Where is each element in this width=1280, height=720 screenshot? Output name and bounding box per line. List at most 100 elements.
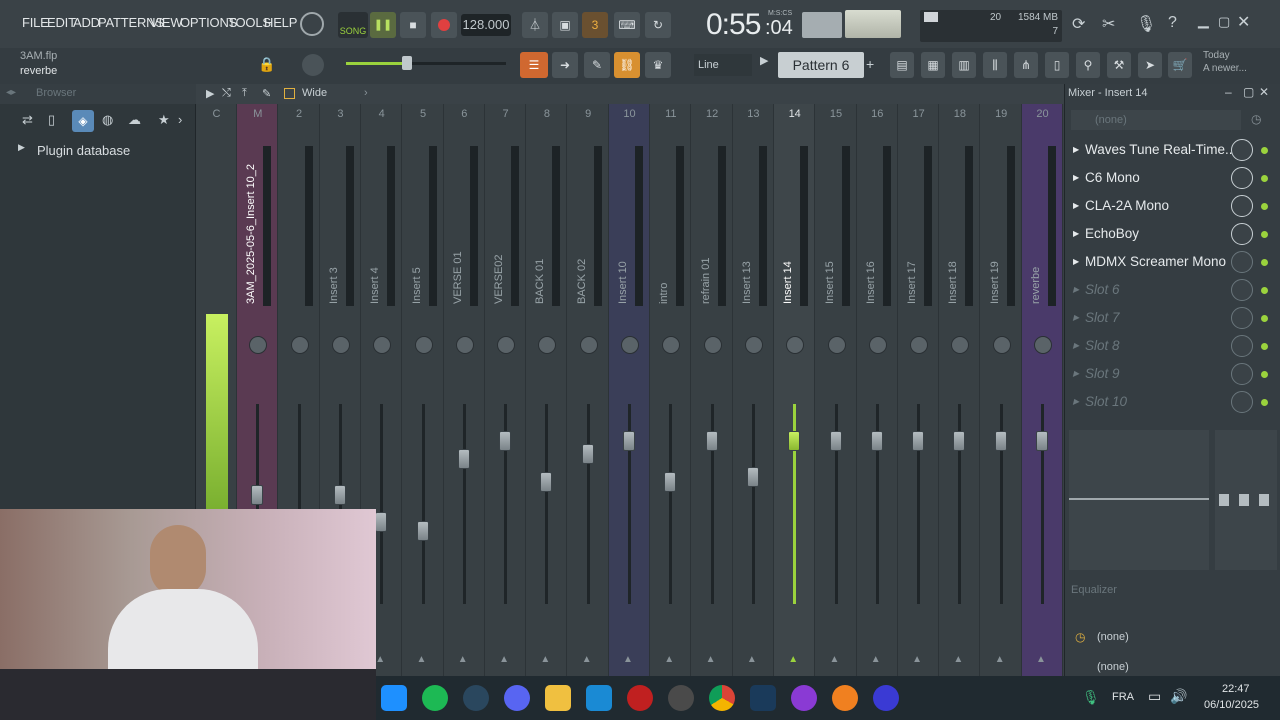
view-mixer-button[interactable]: ⫼ xyxy=(983,52,1007,78)
slot-name[interactable]: Slot 7 xyxy=(1085,304,1237,332)
slot-enable-led[interactable] xyxy=(1261,343,1268,350)
rack-maximize-icon[interactable]: ▢ xyxy=(1243,85,1254,99)
slot-name[interactable]: C6 Mono xyxy=(1085,164,1237,192)
slot-enable-led[interactable] xyxy=(1261,287,1268,294)
volume-fader[interactable] xyxy=(953,431,966,451)
mixer-strip-17[interactable]: 17 Insert 17 ▲ xyxy=(898,104,940,676)
upload-icon[interactable]: ⤒ xyxy=(242,87,247,100)
mixer-strip-7[interactable]: 7 VERSE02 ▲ xyxy=(485,104,527,676)
strip-name[interactable]: Insert 15 xyxy=(824,144,836,304)
volume-fader[interactable] xyxy=(457,449,470,469)
slot-mix-knob[interactable] xyxy=(1231,223,1253,245)
menu-edit[interactable]: EDIT xyxy=(47,15,76,30)
volume-fader[interactable] xyxy=(664,472,677,493)
pan-knob[interactable] xyxy=(662,336,681,354)
eq-band-high[interactable] xyxy=(1259,494,1269,506)
pan-knob[interactable] xyxy=(621,336,639,354)
slot-enable-led[interactable] xyxy=(1261,315,1268,322)
stamp-tool-button[interactable]: ♛ xyxy=(645,52,671,78)
mixer-strip-20[interactable]: 20 reverbe ▲ xyxy=(1022,104,1063,676)
output-select-2[interactable]: (none) xyxy=(1097,661,1129,673)
route-arrow-icon[interactable]: ▲ xyxy=(664,654,674,665)
strip-name[interactable]: Insert 17 xyxy=(906,144,918,304)
strip-name[interactable]: Insert 16 xyxy=(865,144,877,304)
route-icon[interactable]: ⤭ xyxy=(222,87,231,100)
volume-fader[interactable] xyxy=(870,431,883,451)
send-button[interactable]: ➤ xyxy=(1138,52,1162,78)
route-arrow-icon[interactable]: ▲ xyxy=(1036,654,1046,665)
step-edit-button[interactable]: ⌨ xyxy=(614,12,640,38)
output-select-1[interactable]: (none) xyxy=(1097,631,1129,643)
mixer-strip-12[interactable]: 12 refrain 01 ▲ xyxy=(692,104,733,676)
pan-knob[interactable] xyxy=(538,336,557,354)
refresh-icon[interactable]: ⟳ xyxy=(1072,14,1085,34)
slot-mix-knob[interactable] xyxy=(1231,363,1253,385)
tools-icon[interactable]: ✂ xyxy=(1102,14,1115,34)
effect-slot-9[interactable]: ▶ Slot 9 xyxy=(1065,360,1280,388)
collapse-icon[interactable]: ◂▸ xyxy=(6,87,16,98)
volume-fader[interactable] xyxy=(251,485,264,505)
route-arrow-icon[interactable]: ▲ xyxy=(582,654,592,665)
slot-mix-knob[interactable] xyxy=(1231,307,1253,329)
lock-icon[interactable]: 🔒 xyxy=(258,56,275,73)
tempo-display[interactable]: 128.000 xyxy=(461,14,511,36)
slot-mix-knob[interactable] xyxy=(1231,195,1253,217)
game-icon[interactable] xyxy=(627,685,653,711)
tree-icon[interactable]: ⇄ xyxy=(22,112,33,128)
strip-name[interactable]: Insert 14 xyxy=(782,144,794,304)
menu-help[interactable]: HELP xyxy=(264,15,297,30)
pan-knob[interactable] xyxy=(579,336,598,354)
volume-icon[interactable]: 🔊 xyxy=(1170,688,1187,705)
volume-fader[interactable] xyxy=(705,431,718,451)
strip-name[interactable]: Insert 19 xyxy=(989,144,1001,304)
effect-slot-4[interactable]: ▶ EchoBoy xyxy=(1065,220,1280,248)
volume-fader[interactable] xyxy=(540,472,553,493)
mixer-strip-9[interactable]: 9 BACK 02 ▲ xyxy=(568,104,609,676)
pattern-song-toggle[interactable]: SONG xyxy=(338,12,368,38)
pan-knob[interactable] xyxy=(497,336,516,354)
slot-enable-led[interactable] xyxy=(1261,147,1268,154)
plugin-database-item[interactable]: Plugin database xyxy=(37,143,130,158)
strip-name[interactable]: intro xyxy=(658,144,670,304)
loop-record-button[interactable]: ↻ xyxy=(645,12,671,38)
view-browser-button[interactable]: ⋔ xyxy=(1014,52,1038,78)
chevron-right-icon[interactable]: › xyxy=(364,87,368,99)
pan-knob[interactable] xyxy=(373,336,392,354)
effect-slot-8[interactable]: ▶ Slot 8 xyxy=(1065,332,1280,360)
pattern-selector[interactable]: Pattern 6 xyxy=(778,52,864,78)
slot-enable-led[interactable] xyxy=(1261,371,1268,378)
menu-file[interactable]: FILE xyxy=(22,15,49,30)
pause-button[interactable]: ❚❚ xyxy=(370,12,396,38)
slot-expand-icon[interactable]: ▶ xyxy=(1073,360,1079,388)
volume-fader[interactable] xyxy=(581,443,594,464)
view-mode-select[interactable]: Wide xyxy=(302,87,327,99)
route-arrow-icon[interactable]: ▲ xyxy=(375,654,385,665)
network-icon[interactable]: ▭ xyxy=(1148,688,1161,705)
route-arrow-icon[interactable]: ▲ xyxy=(623,654,633,665)
cart-button[interactable]: 🛒 xyxy=(1168,52,1192,78)
spotify-icon[interactable] xyxy=(422,685,448,711)
maximize-icon[interactable]: ▢ xyxy=(1218,14,1230,30)
pan-knob[interactable] xyxy=(290,336,309,354)
volume-fader[interactable] xyxy=(499,431,512,451)
menu-view[interactable]: VIEW xyxy=(150,15,183,30)
volume-fader[interactable] xyxy=(1036,431,1048,451)
strip-name[interactable]: Insert 3 xyxy=(328,144,340,304)
link-tool-button[interactable]: ⛓ xyxy=(614,52,640,78)
pan-knob[interactable] xyxy=(992,336,1011,354)
volume-fader[interactable] xyxy=(829,431,842,451)
star-icon[interactable]: ★ xyxy=(158,112,170,128)
countdown-button[interactable]: 3 xyxy=(582,12,608,38)
steam-icon[interactable] xyxy=(463,685,489,711)
plugin-db-tab[interactable]: ◈ xyxy=(72,110,94,132)
volume-fader[interactable] xyxy=(416,521,429,541)
slot-enable-led[interactable] xyxy=(1261,231,1268,238)
wait-input-button[interactable]: ▣ xyxy=(552,12,578,38)
rack-close-icon[interactable]: ✕ xyxy=(1259,85,1269,99)
strip-name[interactable]: Insert 10 xyxy=(617,144,629,304)
discord-icon[interactable] xyxy=(504,685,530,711)
mixer-strip-16[interactable]: 16 Insert 16 ▲ xyxy=(857,104,898,676)
slot-enable-led[interactable] xyxy=(1261,203,1268,210)
view-piano-roll-button[interactable]: ▦ xyxy=(921,52,945,78)
monitor-icon[interactable] xyxy=(586,685,612,711)
